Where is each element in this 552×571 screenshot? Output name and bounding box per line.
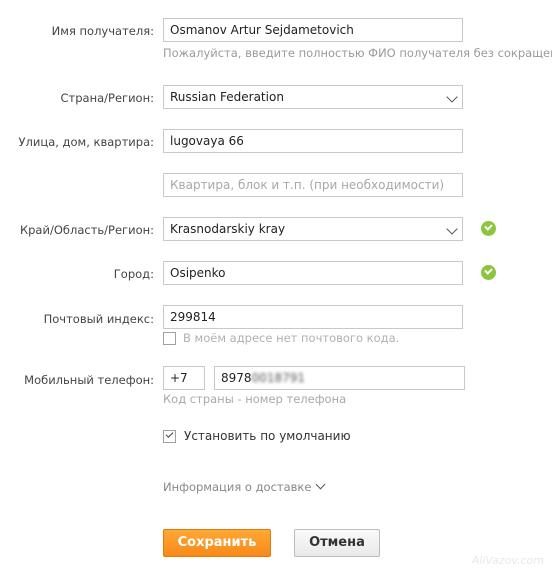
apartment-placeholder: Квартира, блок и т.п. (при необходимости… <box>170 178 445 192</box>
apartment-input[interactable]: Квартира, блок и т.п. (при необходимости… <box>163 173 463 197</box>
recipient-name-label: Имя получателя: <box>51 24 154 38</box>
city-input[interactable]: Osipenko <box>163 261 463 285</box>
city-value: Osipenko <box>170 266 226 280</box>
postal-code-label: Почтовый индекс: <box>43 312 154 326</box>
phone-number-blurred: 0018791 <box>251 371 305 385</box>
region-valid-check-icon <box>481 221 496 236</box>
delivery-info-label: Информация о доставке <box>163 480 312 494</box>
phone-label: Мобильный телефон: <box>24 373 154 387</box>
chevron-down-icon <box>446 91 458 103</box>
chevron-down-icon <box>446 223 458 235</box>
phone-country-code-value: +7 <box>170 371 188 385</box>
country-value: Russian Federation <box>170 90 284 104</box>
cancel-button[interactable]: Отмена <box>294 529 380 557</box>
country-label: Страна/Регион: <box>60 91 154 105</box>
phone-number-input[interactable]: 89780018791 <box>214 366 465 390</box>
country-select[interactable]: Russian Federation <box>163 85 463 109</box>
recipient-name-input[interactable]: Osmanov Artur Sejdametovich <box>163 18 463 42</box>
delivery-info-toggle[interactable]: Информация о доставке <box>163 480 311 494</box>
save-button[interactable]: Сохранить <box>163 529 271 557</box>
recipient-name-value: Osmanov Artur Sejdametovich <box>170 23 354 37</box>
street-input[interactable]: lugovaya 66 <box>163 129 463 153</box>
no-postal-code-label[interactable]: В моём адресе нет почтового кода. <box>183 331 399 345</box>
recipient-name-hint: Пожалуйста, введите полностью ФИО получа… <box>163 46 552 60</box>
phone-number-visible: 8978 <box>221 371 252 385</box>
phone-country-code-input[interactable]: +7 <box>163 366 205 390</box>
street-value: lugovaya 66 <box>170 134 244 148</box>
phone-hint: Код страны - номер телефона <box>163 392 347 406</box>
city-valid-check-icon <box>481 265 496 280</box>
region-value: Krasnodarskiy kray <box>170 222 286 236</box>
postal-code-input[interactable]: 299814 <box>163 305 463 329</box>
watermark: AliVazov.com <box>471 554 544 567</box>
city-label: Город: <box>113 267 154 281</box>
chevron-down-icon[interactable] <box>315 479 326 490</box>
region-label: Край/Область/Регион: <box>19 223 154 237</box>
set-default-checkbox[interactable] <box>163 430 176 443</box>
street-label: Улица, дом, квартира: <box>18 135 154 149</box>
region-select[interactable]: Krasnodarskiy kray <box>163 217 463 241</box>
postal-code-value: 299814 <box>170 310 216 324</box>
set-default-label[interactable]: Установить по умолчанию <box>184 429 351 443</box>
no-postal-code-checkbox[interactable] <box>163 332 176 345</box>
